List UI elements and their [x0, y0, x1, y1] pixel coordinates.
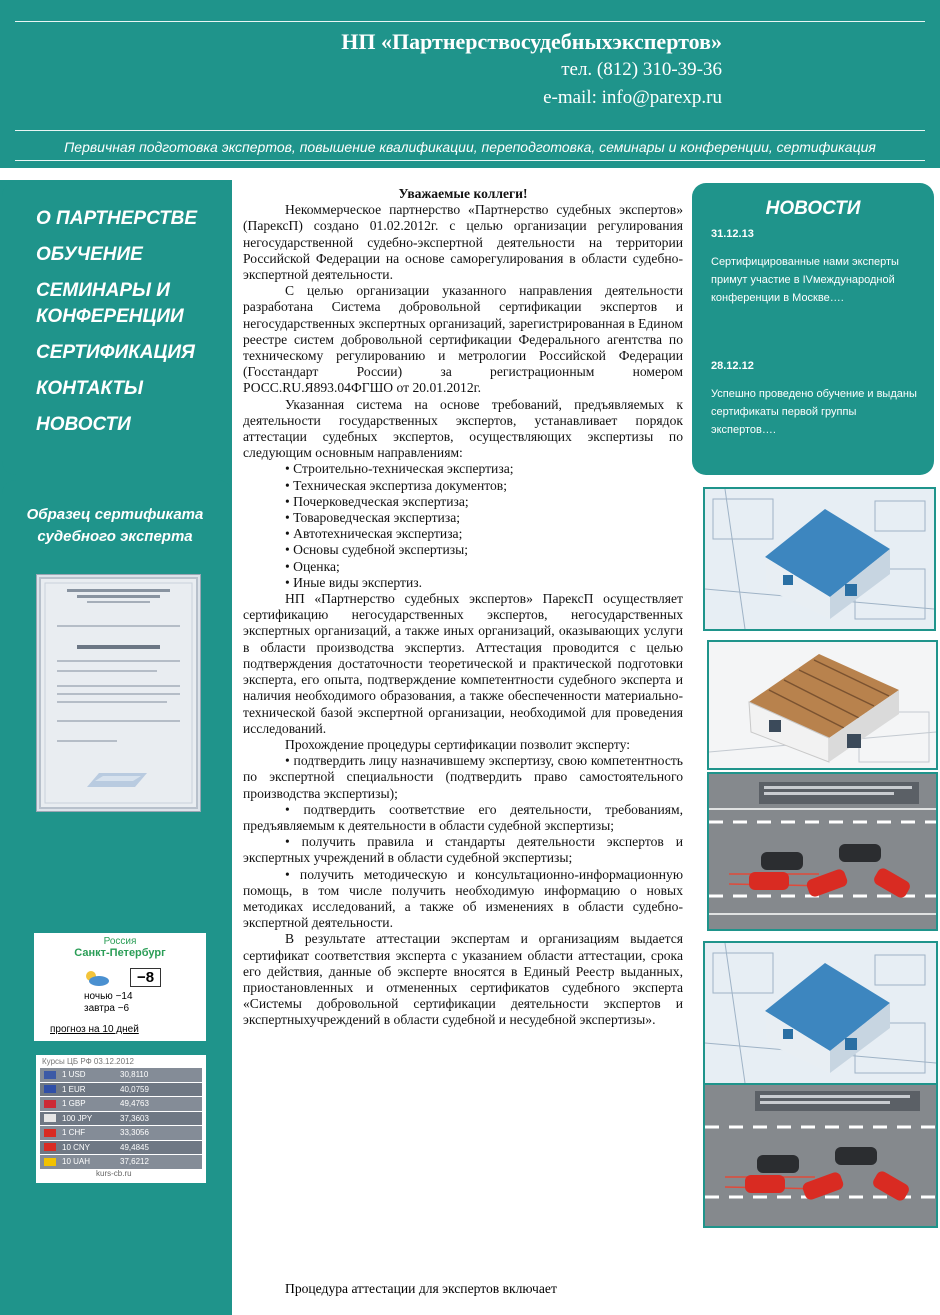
weather-widget[interactable]: Россия Санкт-Петербург −8 ночью −14 завт…: [34, 933, 206, 1041]
news-title[interactable]: НОВОСТИ: [692, 198, 934, 220]
currency-name: 10 CNY: [62, 1142, 91, 1152]
flag-icon: [44, 1070, 56, 1079]
content-greeting: Уважаемые коллеги!: [398, 186, 528, 201]
news-date: 28.12.12: [711, 360, 754, 372]
house-roof-frame-image: [707, 640, 938, 770]
benefit-item: • получить методическую и консультационн…: [243, 866, 683, 931]
news-text[interactable]: Успешно проведено обучение и выданы серт…: [711, 385, 921, 439]
nav-item-seminars[interactable]: СЕМИНАРЫ И КОНФЕРЕНЦИИ: [36, 278, 226, 330]
certificate-illustration: [39, 577, 198, 809]
main-content: Уважаемые коллеги! Некоммерческое партне…: [243, 186, 683, 1029]
currency-row: 1 CHF 33,3056: [40, 1126, 202, 1140]
main-navigation: О ПАРТНЕРСТВЕ ОБУЧЕНИЕ СЕМИНАРЫ И КОНФЕР…: [2, 182, 232, 475]
house-blueprint-image-2: [703, 941, 938, 1085]
content-paragraph-5: Прохождение процедуры сертификации позво…: [285, 736, 630, 752]
currency-value: 33,3056: [120, 1128, 149, 1138]
currency-name: 1 CHF: [62, 1128, 86, 1138]
currency-name: 1 EUR: [62, 1084, 86, 1094]
content-paragraph-4: НП «Партнерство судебных экспертов» Паре…: [243, 591, 683, 736]
nav-item-news[interactable]: НОВОСТИ: [36, 412, 226, 438]
currency-row: 1 USD 30,8110: [40, 1068, 202, 1082]
nav-item-about[interactable]: О ПАРТНЕРСТВЕ: [36, 206, 226, 232]
currency-name: 10 UAH: [62, 1157, 91, 1167]
site-header: НП «Партнерствосудебныхэкспертов» тел. (…: [0, 0, 940, 168]
house-blueprint-image: [703, 487, 936, 631]
content-tail: Процедура аттестации для экспертов включ…: [285, 1281, 557, 1296]
list-item: Строительно-техническая экспертиза;: [285, 461, 683, 477]
weather-night: ночью −14: [84, 991, 133, 1002]
currency-row: 10 UAH 37,6212: [40, 1155, 202, 1169]
list-item: Автотехническая экспертиза;: [285, 526, 683, 542]
news-text[interactable]: Сертифицированные нами эксперты примут у…: [711, 253, 921, 307]
flag-icon: [44, 1114, 56, 1123]
currency-name: 1 GBP: [62, 1099, 86, 1109]
currency-table: 1 USD 30,8110 1 EUR 40,0759 1 GBP 49,4763 100 …: [36, 1068, 206, 1169]
nav-item-contacts[interactable]: КОНТАКТЫ: [36, 376, 226, 402]
car-accident-diagram-image: [707, 772, 938, 931]
news-date: 31.12.13: [711, 228, 754, 240]
flag-icon: [44, 1143, 56, 1152]
site-email[interactable]: e-mail: info@parexp.ru: [543, 87, 722, 109]
site-title: НП «Партнерствосудебныхэкспертов»: [341, 29, 722, 54]
currency-value: 30,8110: [120, 1070, 149, 1080]
nav-item-certification[interactable]: СЕРТИФИКАЦИЯ: [36, 340, 226, 366]
sidebar-gap: [0, 176, 232, 180]
currency-name: 100 JPY: [62, 1113, 93, 1123]
currency-value: 40,0759: [120, 1084, 149, 1094]
content-paragraph-1: Некоммерческое партнерство «Партнерство …: [243, 202, 683, 283]
weather-forecast-link[interactable]: прогноз на 10 дней: [50, 1024, 139, 1035]
nav-item-training[interactable]: ОБУЧЕНИЕ: [36, 242, 226, 268]
content-paragraph-6: В результате аттестации экспертам и орга…: [243, 931, 683, 1028]
currency-header: Курсы ЦБ РФ 03.12.2012: [42, 1057, 134, 1066]
weather-city: Санкт-Петербург: [74, 947, 166, 959]
content-paragraph-2: С целью организации указанного направлен…: [243, 283, 683, 396]
certificate-heading: Образец сертификата судебного эксперта: [26, 506, 204, 545]
list-item: Иные виды экспертиз.: [285, 575, 683, 591]
currency-row: 1 EUR 40,0759: [40, 1082, 202, 1096]
flag-icon: [44, 1099, 56, 1108]
currency-row: 100 JPY 37,3603: [40, 1111, 202, 1125]
currency-row: 10 CNY 49,4845: [40, 1140, 202, 1154]
cloud-sun-icon: [82, 969, 110, 992]
list-item: Техническая экспертиза документов;: [285, 478, 683, 494]
weather-country: Россия: [103, 936, 137, 947]
flag-icon: [44, 1128, 56, 1137]
benefit-item: • получить правила и стандарты деятельно…: [243, 834, 683, 866]
currency-value: 49,4763: [120, 1099, 149, 1109]
certificate-image[interactable]: [36, 574, 201, 812]
list-item: Почерковедческая экспертиза;: [285, 494, 683, 510]
currency-value: 37,3603: [120, 1113, 149, 1123]
expertise-list: Строительно-техническая экспертиза; Техн…: [243, 461, 683, 591]
flag-icon: [44, 1085, 56, 1094]
benefit-item: • подтвердить соответствие его деятельно…: [243, 801, 683, 833]
currency-value: 49,4845: [120, 1142, 149, 1152]
currency-widget[interactable]: Курсы ЦБ РФ 03.12.2012 1 USD 30,8110 1 EUR…: [36, 1055, 206, 1183]
header-divider-middle: [15, 130, 925, 131]
site-tagline: Первичная подготовка экспертов, повышени…: [64, 139, 876, 155]
header-divider-top: [15, 21, 925, 22]
currency-footer[interactable]: kurs-cb.ru: [96, 1169, 132, 1178]
currency-name: 1 USD: [62, 1070, 86, 1080]
content-paragraph-3: Указанная система на основе требований, …: [243, 396, 683, 461]
benefit-item: • подтвердить лицу назначившему эксперти…: [243, 753, 683, 801]
flag-icon: [44, 1157, 56, 1166]
currency-value: 37,6212: [120, 1157, 149, 1167]
column-gutter: [232, 176, 240, 1315]
list-item: Основы судебной экспертизы;: [285, 542, 683, 558]
list-item: Товароведческая экспертиза;: [285, 510, 683, 526]
weather-tomorrow: завтра −6: [84, 1003, 130, 1014]
list-item: Оценка;: [285, 559, 683, 575]
header-divider-bottom: [15, 160, 925, 161]
car-accident-diagram-image-2: [703, 1083, 938, 1228]
currency-row: 1 GBP 49,4763: [40, 1097, 202, 1111]
weather-temp: −8: [130, 968, 162, 987]
site-phone: тел. (812) 310-39-36: [561, 59, 722, 80]
